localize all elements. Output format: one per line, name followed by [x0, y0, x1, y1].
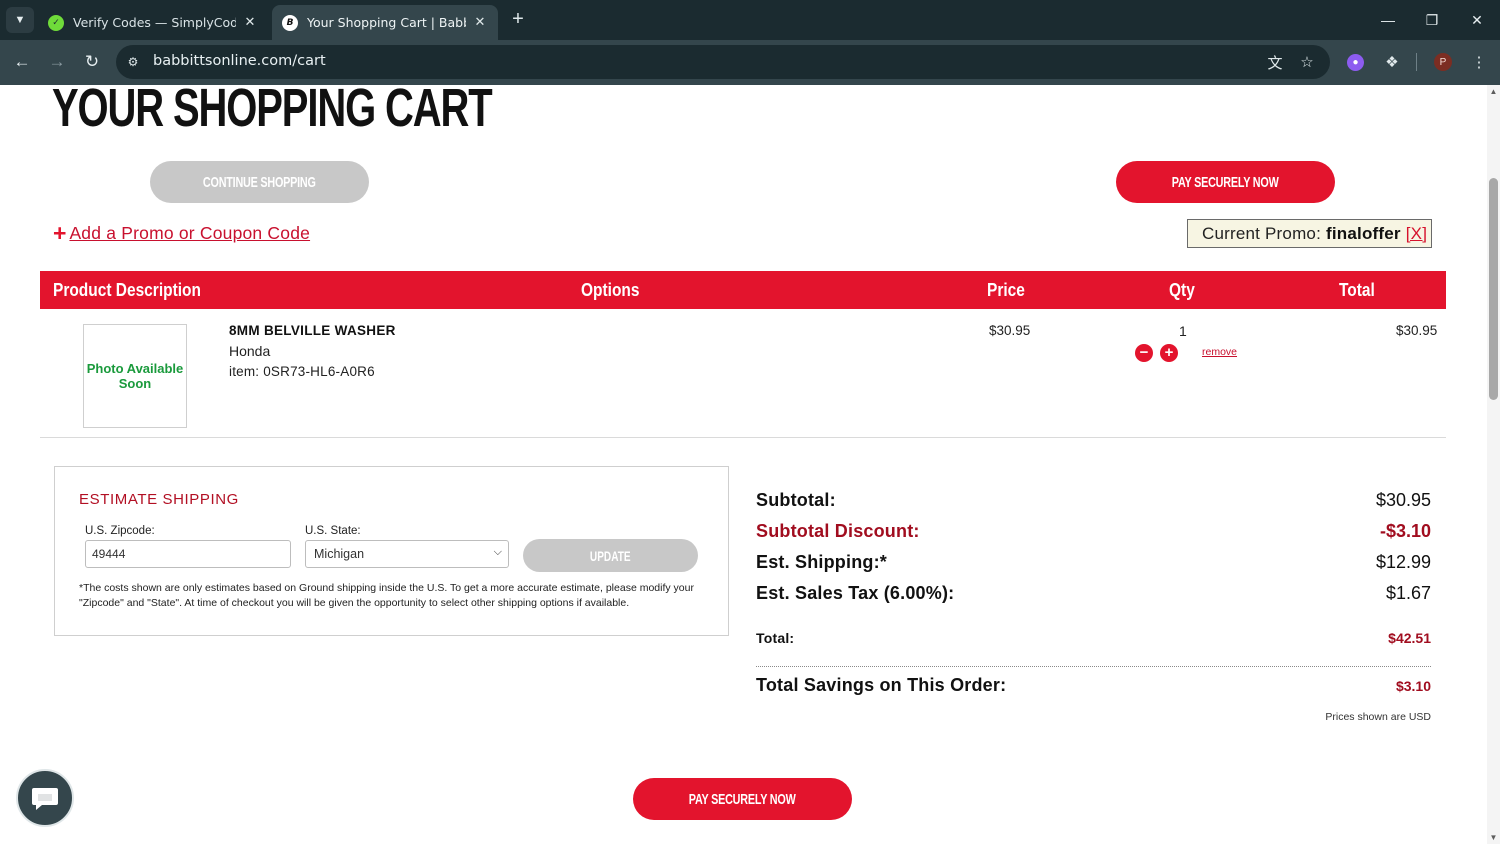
product-total: $30.95: [1396, 323, 1438, 338]
current-promo-box: Current Promo: finaloffer [X]: [1187, 219, 1432, 248]
column-price: Price: [987, 280, 1025, 300]
extensions-puzzle-icon[interactable]: ❖: [1381, 51, 1403, 73]
pay-securely-button-top[interactable]: PAY SECURELY NOW: [1116, 161, 1335, 203]
decrease-qty-icon[interactable]: −: [1135, 344, 1153, 362]
plus-icon: +: [53, 220, 67, 246]
close-tab-icon[interactable]: ✕: [472, 15, 488, 31]
remove-item-link[interactable]: remove: [1202, 346, 1237, 358]
state-selected-value: Michigan: [314, 547, 365, 561]
scrollbar-thumb[interactable]: [1489, 178, 1498, 400]
summary-savings-row: Total Savings on This Order: $3.10: [756, 675, 1431, 699]
summary-discount-row: Subtotal Discount: -$3.10: [756, 521, 1431, 545]
page-title: YOUR SHOPPING CART: [52, 85, 493, 138]
column-total: Total: [1339, 280, 1375, 300]
forward-icon[interactable]: →: [45, 50, 69, 74]
product-image-placeholder[interactable]: Photo Available Soon: [83, 324, 187, 428]
restore-icon[interactable]: ❐: [1420, 8, 1444, 32]
tab-title: Verify Codes — SimplyCodes: [73, 15, 236, 30]
remove-promo-link[interactable]: [X]: [1406, 224, 1427, 244]
tax-label: Est. Sales Tax (6.00%):: [756, 583, 955, 603]
product-name[interactable]: 8MM BELVILLE WASHER: [229, 323, 396, 338]
current-promo-label: Current Promo:: [1202, 223, 1322, 243]
new-tab-icon[interactable]: +: [507, 8, 529, 30]
shipping-value: $12.99: [1375, 552, 1431, 572]
page-scrollbar[interactable]: ▲ ▼: [1487, 85, 1500, 844]
bookmark-star-icon[interactable]: ☆: [1296, 51, 1318, 73]
total-label: Total:: [756, 630, 795, 646]
pay-securely-button-bottom[interactable]: PAY SECURELY NOW: [633, 778, 852, 820]
state-label: U.S. State:: [305, 525, 361, 537]
chevron-down-icon: ⌵: [493, 546, 502, 558]
reload-icon[interactable]: ↻: [80, 50, 104, 74]
tab-title: Your Shopping Cart | Babbitts O: [307, 15, 466, 30]
summary-subtotal-row: Subtotal: $30.95: [756, 490, 1431, 514]
product-qty: 1: [1179, 323, 1187, 339]
state-select[interactable]: Michigan ⌵: [305, 540, 509, 568]
browser-menu-icon[interactable]: ⋮: [1468, 51, 1490, 73]
product-item-number: item: 0SR73-HL6-A0R6: [229, 364, 375, 379]
pay-label: PAY SECURELY NOW: [689, 790, 796, 808]
back-icon[interactable]: ←: [10, 50, 34, 74]
row-divider: [40, 437, 1446, 438]
tab-search-chevron-icon[interactable]: ▼: [6, 7, 34, 33]
summary-divider: [756, 666, 1431, 667]
estimate-shipping-title: ESTIMATE SHIPPING: [79, 491, 239, 508]
column-qty: Qty: [1169, 280, 1195, 300]
pay-label: PAY SECURELY NOW: [1172, 173, 1279, 191]
zipcode-label: U.S. Zipcode:: [85, 525, 155, 537]
close-tab-icon[interactable]: ✕: [242, 15, 258, 31]
estimate-shipping-panel: ESTIMATE SHIPPING U.S. Zipcode: U.S. Sta…: [54, 466, 729, 636]
subtotal-label: Subtotal:: [756, 490, 836, 510]
summary-tax-row: Est. Sales Tax (6.00%): $1.67: [756, 583, 1431, 607]
tax-value: $1.67: [1385, 583, 1431, 603]
browser-tab-strip: ▼ ✓ Verify Codes — SimplyCodes ✕ B Your …: [0, 0, 1500, 40]
savings-value: $3.10: [1395, 678, 1431, 694]
cart-table-header: Product Description Options Price Qty To…: [40, 271, 1446, 309]
update-label: UPDATE: [590, 547, 631, 564]
babbitts-icon: B: [282, 14, 298, 31]
current-promo-code: finaloffer: [1326, 223, 1401, 243]
product-brand: Honda: [229, 343, 271, 359]
extension-icon[interactable]: ●: [1347, 54, 1364, 71]
zipcode-input[interactable]: [85, 540, 291, 568]
discount-label: Subtotal Discount:: [756, 521, 920, 541]
close-window-icon[interactable]: ✕: [1465, 8, 1489, 32]
currency-note: Prices shown are USD: [1325, 711, 1431, 723]
continue-shopping-button[interactable]: CONTINUE SHOPPING: [150, 161, 369, 203]
increase-qty-icon[interactable]: +: [1160, 344, 1178, 362]
update-shipping-button[interactable]: UPDATE: [523, 539, 698, 572]
savings-label: Total Savings on This Order:: [756, 675, 1007, 695]
discount-value: -$3.10: [1379, 521, 1431, 541]
minimize-icon[interactable]: —: [1376, 8, 1400, 32]
scroll-up-icon[interactable]: ▲: [1489, 87, 1498, 96]
url-text[interactable]: babbittsonline.com/cart: [153, 53, 326, 69]
summary-total-row: Total: $42.51: [756, 630, 1431, 654]
site-info-icon[interactable]: ⚙: [122, 51, 144, 73]
scroll-down-icon[interactable]: ▼: [1489, 833, 1498, 842]
chat-icon[interactable]: [16, 769, 74, 827]
add-promo-label: Add a Promo or Coupon Code: [69, 223, 311, 243]
column-options: Options: [581, 280, 640, 300]
tab-babbitts-cart[interactable]: B Your Shopping Cart | Babbitts O ✕: [272, 5, 498, 40]
shipping-disclaimer: *The costs shown are only estimates base…: [79, 582, 694, 609]
total-value: $42.51: [1388, 630, 1431, 646]
column-product-description: Product Description: [53, 280, 201, 300]
profile-avatar[interactable]: P: [1434, 53, 1452, 71]
product-price: $30.95: [989, 323, 1031, 338]
summary-shipping-row: Est. Shipping:* $12.99: [756, 552, 1431, 576]
subtotal-value: $30.95: [1375, 490, 1431, 510]
add-promo-link[interactable]: + Add a Promo or Coupon Code: [53, 222, 310, 245]
translate-icon[interactable]: 文: [1264, 51, 1286, 73]
page-content: YOUR SHOPPING CART CONTINUE SHOPPING PAY…: [0, 85, 1487, 844]
shipping-label: Est. Shipping:*: [756, 552, 887, 572]
continue-shopping-label: CONTINUE SHOPPING: [203, 173, 316, 191]
toolbar-divider: [1416, 53, 1417, 71]
tab-simplycodes[interactable]: ✓ Verify Codes — SimplyCodes ✕: [38, 5, 268, 40]
simplycodes-icon: ✓: [48, 14, 64, 31]
